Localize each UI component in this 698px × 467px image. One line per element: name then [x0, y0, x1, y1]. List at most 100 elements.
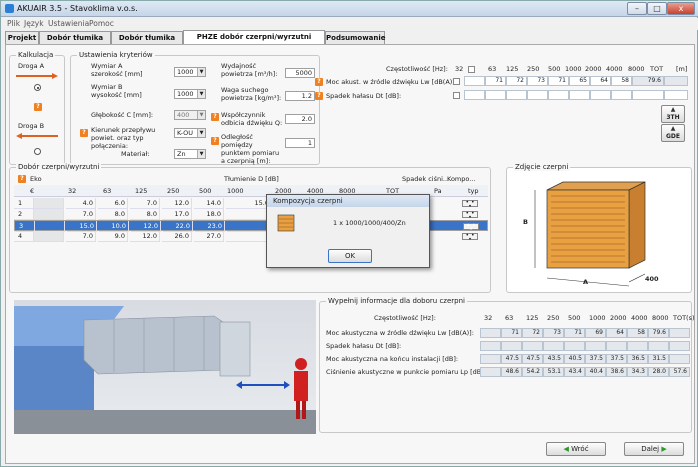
next-button[interactable]: Dalej ▶: [624, 442, 684, 456]
spadek-cell[interactable]: [464, 90, 485, 100]
tab-podsumowanie[interactable]: Podsumowanie: [325, 31, 386, 44]
kierunek-select[interactable]: K-OU ▼: [174, 128, 206, 138]
dim-a-label: A: [583, 278, 589, 286]
arrow-left-icon: [16, 133, 58, 139]
menu-pomoc[interactable]: Pomoc: [89, 19, 114, 28]
kompo-header: Kompo...: [447, 175, 476, 183]
info-cell: [669, 341, 690, 351]
spadek-cell[interactable]: [527, 90, 548, 100]
freq-checkbox[interactable]: [468, 66, 475, 73]
moc-cell[interactable]: 72: [506, 76, 527, 86]
row-number: 2: [14, 209, 34, 220]
dobor-legend: Dobór czerpni/wyrzutni: [16, 163, 102, 171]
moc-cell[interactable]: 65: [569, 76, 590, 86]
table-cell: [34, 231, 64, 242]
spadek-cell[interactable]: [569, 90, 590, 100]
menu-jezyk[interactable]: Język: [24, 19, 44, 28]
info-cell: 71: [501, 328, 522, 338]
menu-bar: Plik Język Ustawienia Pomoc: [1, 18, 698, 30]
3th-button[interactable]: ▲ 3TH: [661, 105, 685, 123]
moc-cell[interactable]: [464, 76, 485, 86]
close-button[interactable]: x: [667, 2, 695, 15]
spadek-cell[interactable]: [548, 90, 569, 100]
droga-b-radio[interactable]: [34, 148, 41, 155]
moc-m-cell: [664, 76, 688, 86]
composition-button[interactable]: • • •: [462, 211, 478, 221]
composition-button[interactable]: • • •: [462, 233, 478, 243]
info-cell: 53.1: [543, 367, 564, 377]
tab-projekt[interactable]: Projekt: [5, 31, 39, 44]
arrow-right-icon: [16, 73, 58, 79]
help-icon[interactable]: ?: [315, 78, 323, 86]
info-cell: 79.6: [648, 328, 669, 338]
table-cell: 18.0: [194, 209, 224, 220]
moc-cell[interactable]: 71: [548, 76, 569, 86]
table-cell: 8.0: [98, 209, 128, 220]
droga-a-radio[interactable]: [34, 84, 41, 91]
info-cell: [564, 341, 585, 351]
minimize-button[interactable]: –: [627, 2, 647, 15]
tab-gde[interactable]: Dobór tłumika GDE: [111, 31, 183, 54]
wspolczynnik-label: Współczynnik odbicia dźwięku Q:: [221, 111, 283, 127]
kompozycja-dialog: Kompozycja czerpni 1 x 1000/1000/400/Zn …: [266, 194, 430, 268]
waga-input[interactable]: 1.2: [285, 91, 315, 101]
info-cell: [669, 354, 690, 364]
help-icon[interactable]: ?: [34, 103, 42, 111]
composition-button[interactable]: • • •: [463, 223, 479, 233]
spadek-checkbox[interactable]: [453, 92, 460, 99]
info-cell: [480, 354, 501, 364]
info-cell: 64: [606, 328, 627, 338]
info-freq-header: 1000: [589, 314, 606, 322]
composition-button[interactable]: • • •: [462, 200, 478, 210]
moc-cell[interactable]: 64: [590, 76, 611, 86]
kalkulacja-legend: Kalkulacja: [16, 51, 56, 59]
kryteria-group: Ustawienia kryteriów Wymiar A szerokość …: [70, 51, 320, 165]
spadek-cell[interactable]: [632, 90, 664, 100]
app-icon: [5, 4, 14, 13]
help-icon[interactable]: ?: [315, 92, 323, 100]
ok-button[interactable]: OK: [328, 249, 372, 263]
arrow-right-icon: ▶: [661, 445, 667, 453]
spadek-cell[interactable]: [590, 90, 611, 100]
moc-checkbox[interactable]: [453, 78, 460, 85]
wymiar-a-select[interactable]: 1000 ▼: [174, 67, 206, 77]
duct-illustration: [14, 306, 316, 434]
spadek-cell[interactable]: [485, 90, 506, 100]
freq-header: 4000: [606, 65, 623, 73]
tab-3th[interactable]: Dobór tłumika 3TH: [39, 31, 111, 54]
odleglosc-input[interactable]: 1: [285, 138, 315, 148]
help-icon[interactable]: ?: [18, 175, 26, 183]
moc-cell[interactable]: 58: [611, 76, 632, 86]
spadek-cell[interactable]: [664, 90, 688, 100]
help-icon[interactable]: ?: [211, 113, 219, 121]
spadek-cell[interactable]: [611, 90, 632, 100]
moc-label: Moc akust. w źródle dźwięku Lw [dB(A)]:: [326, 78, 458, 86]
material-select[interactable]: Zn ▼: [174, 149, 206, 159]
help-icon[interactable]: ?: [211, 137, 219, 145]
spadek-cell[interactable]: [506, 90, 527, 100]
maximize-button[interactable]: □: [647, 2, 667, 15]
moc-cell[interactable]: 73: [527, 76, 548, 86]
help-icon[interactable]: ?: [80, 129, 88, 137]
menu-ustawienia[interactable]: Ustawienia: [48, 19, 89, 28]
info-freq-header: 500: [568, 314, 581, 322]
menu-plik[interactable]: Plik: [7, 19, 20, 28]
chevron-down-icon: ▼: [197, 68, 205, 76]
info-cell: 58: [627, 328, 648, 338]
wydajnosc-input[interactable]: 5000: [285, 68, 315, 78]
info-cell: 37.5: [585, 354, 606, 364]
wymiar-a-label: Wymiar A szerokość [mm]: [91, 62, 143, 78]
chevron-down-icon: ▼: [197, 150, 205, 158]
wymiar-b-select[interactable]: 1000 ▼: [174, 89, 206, 99]
wspolczynnik-input[interactable]: 2.0: [285, 114, 315, 124]
back-button[interactable]: ◀ Wróć: [546, 442, 606, 456]
tab-phze[interactable]: PHZE dobór czerpni/wyrzutni tłumiących: [183, 30, 325, 53]
table-cell: [34, 209, 64, 220]
gde-button[interactable]: ▲ GDE: [661, 124, 685, 142]
spadek-header: Spadek ciśni...: [402, 175, 450, 183]
info-cell: [480, 367, 501, 377]
info-cell: 69: [585, 328, 606, 338]
moc-cell[interactable]: 71: [485, 76, 506, 86]
spadek-label: Spadek hałasu Dt [dB]:: [326, 92, 402, 100]
freq-header: 250: [527, 65, 540, 73]
